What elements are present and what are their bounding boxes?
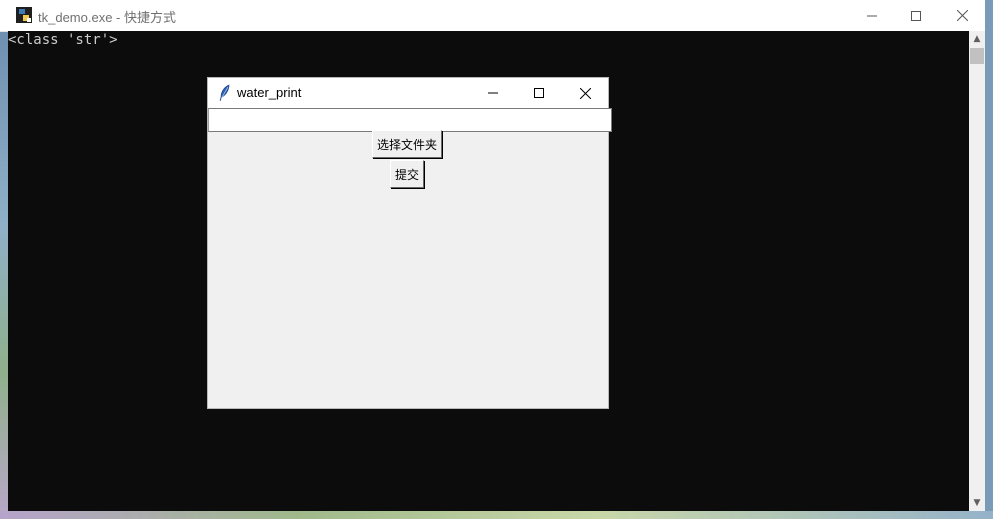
minimize-icon bbox=[867, 15, 877, 16]
desktop-wallpaper-bottom bbox=[0, 511, 993, 519]
close-icon bbox=[956, 10, 968, 21]
scroll-up-arrow-icon[interactable]: ▲ bbox=[969, 31, 985, 47]
python-app-icon bbox=[16, 7, 32, 23]
submit-button[interactable]: 提交 bbox=[390, 160, 424, 188]
scroll-thumb[interactable] bbox=[970, 48, 984, 64]
minimize-icon bbox=[488, 92, 498, 94]
console-titlebar: tk_demo.exe - 快捷方式 bbox=[0, 0, 985, 32]
select-folder-button[interactable]: 选择文件夹 bbox=[372, 130, 442, 158]
folder-path-input[interactable] bbox=[208, 108, 612, 132]
console-scrollbar[interactable]: ▲ ▼ bbox=[969, 31, 985, 511]
app-window-title: water_print bbox=[237, 85, 302, 100]
close-icon bbox=[579, 87, 591, 99]
app-titlebar: water_print bbox=[208, 78, 608, 108]
console-maximize-button[interactable] bbox=[893, 0, 939, 31]
app-maximize-button[interactable] bbox=[516, 78, 562, 108]
console-output-text: <class 'str'> bbox=[8, 32, 118, 48]
console-window-title: tk_demo.exe - 快捷方式 bbox=[38, 10, 176, 25]
app-minimize-button[interactable] bbox=[470, 78, 516, 108]
feather-icon bbox=[218, 84, 232, 102]
maximize-icon bbox=[534, 88, 544, 98]
console-close-button[interactable] bbox=[939, 0, 985, 31]
scroll-down-arrow-icon[interactable]: ▼ bbox=[969, 495, 985, 511]
water-print-window: water_print 选择文件夹 提交 bbox=[208, 78, 612, 408]
app-close-button[interactable] bbox=[562, 78, 608, 108]
console-minimize-button[interactable] bbox=[849, 0, 895, 31]
maximize-icon bbox=[911, 10, 921, 21]
